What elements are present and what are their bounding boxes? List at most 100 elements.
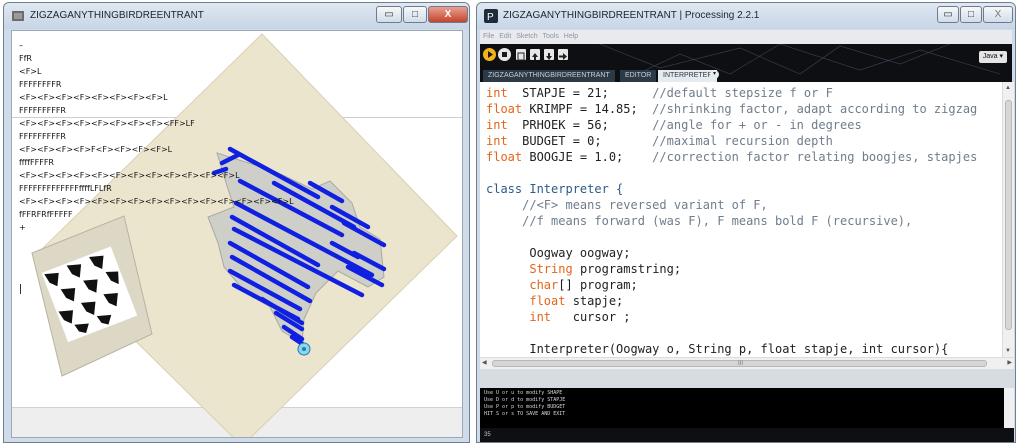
code-text: int STAPJE = 21; //default stepsize f or… xyxy=(486,85,977,357)
horizontal-scrollbar[interactable]: ◀ III ▶ xyxy=(480,357,1014,369)
output-line: FfR xyxy=(19,54,32,63)
output-line: <F><F><F><F><F><F><F><F><F><F><F><F>L xyxy=(19,171,240,180)
run-button[interactable] xyxy=(483,48,496,61)
menu-sketch[interactable]: Sketch xyxy=(516,33,537,40)
message-area xyxy=(480,369,1014,388)
code-line: char[] program; xyxy=(529,278,638,292)
mode-selector[interactable]: Java ▾ xyxy=(978,51,1007,63)
sketch-tabs: ZIGZAGANYTHINGBIRDREENTRANT EDITOR INTER… xyxy=(480,69,1012,82)
code-line: class Interpreter { xyxy=(486,182,624,196)
output-line: <F>L xyxy=(19,67,42,76)
scroll-right-icon[interactable]: ▶ xyxy=(1007,359,1012,366)
lsystem-output: – FfR <F>L FFFFFFFFR <F><F><F><F><F><F><F><F… xyxy=(19,39,294,234)
console-line: Use D or d to modify STAPJE xyxy=(484,397,566,403)
maximize-icon: □ xyxy=(967,9,975,20)
minimize-icon: ▭ xyxy=(384,9,394,20)
console-lines: Use U or u to modify SHAPE Use D or d to … xyxy=(484,390,1010,418)
horizontal-scroll-thumb[interactable]: III xyxy=(492,360,987,367)
output-line: FFFFFFFFFR xyxy=(19,106,66,115)
play-icon xyxy=(488,51,493,58)
tab-editor[interactable]: EDITOR xyxy=(620,70,657,82)
status-bar: 35 xyxy=(480,428,1014,442)
sketch-window-title: ZIGZAGANYTHINGBIRDREENTRANT xyxy=(30,10,204,21)
svg-text:P: P xyxy=(487,12,494,23)
code-line: int BUDGET = 0; //maximal recursion dept… xyxy=(486,134,833,148)
output-line: + xyxy=(19,223,26,232)
output-line: <F><F><F><F>F<F><F><F><F>L xyxy=(19,145,173,154)
sketch-titlebar[interactable]: ZIGZAGANYTHINGBIRDREENTRANT ▭ □ X xyxy=(4,3,469,29)
tab-zigzaganythingbirdreentrant[interactable]: ZIGZAGANYTHINGBIRDREENTRANT xyxy=(483,70,615,82)
save-arrow-icon xyxy=(546,53,552,60)
code-line: String programstring; xyxy=(529,262,682,276)
output-line: <F><F><F><F><F><F><F><F>L xyxy=(19,93,168,102)
vertical-scrollbar[interactable]: ▲ ▼ xyxy=(1002,82,1014,357)
line-number: 35 xyxy=(484,432,491,438)
console-scrollbar[interactable] xyxy=(1004,388,1014,428)
minimize-button[interactable]: ▭ xyxy=(376,6,402,23)
code-line: float stapje; xyxy=(529,294,624,308)
ide-toolbar: Java ▾ ZIGZAGANYTHINGBIRDREENTRANT EDITO… xyxy=(480,44,1012,82)
console-line: Use P or p to modify BUDGET xyxy=(484,404,566,410)
console-line: HIT S or s TO SAVE AND EXIT xyxy=(484,411,566,417)
code-line: Interpreter(Oogway o, String p, float st… xyxy=(486,342,949,356)
export-arrow-icon xyxy=(559,53,567,60)
sketch-app-icon xyxy=(12,11,24,21)
tab-menu-button[interactable]: ▾ xyxy=(710,70,719,79)
code-line: int STAPJE = 21; //default stepsize f or… xyxy=(486,86,833,100)
scroll-down-icon[interactable]: ▼ xyxy=(1005,348,1011,354)
output-line: fFFRFRfFFFFF xyxy=(19,210,73,219)
menu-help[interactable]: Help xyxy=(564,33,578,40)
code-line: Oogway oogway; xyxy=(486,246,631,260)
ide-maximize-button[interactable]: □ xyxy=(960,6,982,23)
open-button[interactable] xyxy=(530,49,540,60)
new-file-icon xyxy=(517,52,525,61)
output-line: – xyxy=(19,41,23,50)
menu-edit[interactable]: Edit xyxy=(499,33,511,40)
close-button[interactable]: X xyxy=(428,6,468,23)
sketch-window: ZIGZAGANYTHINGBIRDREENTRANT ▭ □ X – FfR … xyxy=(3,2,470,443)
close-icon: X xyxy=(994,9,1002,20)
menu-file[interactable]: File xyxy=(483,33,494,40)
stop-icon xyxy=(502,52,507,57)
output-line: FFFFFFFFFFFFFffffLFLfR xyxy=(19,184,112,193)
processing-logo-icon: P xyxy=(484,9,498,23)
code-line: float KRIMPF = 14.85; //shrinking factor… xyxy=(486,102,978,116)
scroll-grip: III xyxy=(738,361,744,367)
minimize-icon: ▭ xyxy=(943,9,953,20)
code-line: //<F> means reversed variant of F, xyxy=(486,198,768,212)
new-button[interactable] xyxy=(516,49,526,61)
ide-window-title: ZIGZAGANYTHINGBIRDREENTRANT | Processing… xyxy=(503,10,760,21)
stop-button[interactable] xyxy=(498,48,511,61)
menu-tools[interactable]: Tools xyxy=(542,33,558,40)
code-line: //f means forward (was F), F means bold … xyxy=(486,214,913,228)
console-output[interactable]: Use U or u to modify SHAPE Use D or d to … xyxy=(480,388,1014,428)
console-line: Use U or u to modify SHAPE xyxy=(484,390,563,396)
sketch-canvas[interactable]: – FfR <F>L FFFFFFFFR <F><F><F><F><F><F><F><F… xyxy=(11,30,463,438)
menu-bar: File Edit Sketch Tools Help xyxy=(480,30,1012,44)
open-arrow-icon xyxy=(532,53,538,60)
output-line: FFFFFFFFR xyxy=(19,80,62,89)
code-line: int cursor ; xyxy=(529,310,631,324)
export-button[interactable] xyxy=(558,49,568,60)
ide-close-button[interactable]: X xyxy=(983,6,1013,23)
code-line: int PRHOEK = 56; //angle for + or - in d… xyxy=(486,118,862,132)
text-cursor xyxy=(20,284,21,294)
maximize-button[interactable]: □ xyxy=(403,6,427,23)
code-line: float BOOGJE = 1.0; //correction factor … xyxy=(486,150,978,164)
ide-minimize-button[interactable]: ▭ xyxy=(937,6,959,23)
close-icon: X xyxy=(444,9,452,20)
scroll-left-icon[interactable]: ◀ xyxy=(482,359,487,366)
vertical-scroll-thumb[interactable] xyxy=(1005,100,1012,330)
save-button[interactable] xyxy=(544,49,554,60)
output-line: FFFFFFFFFR xyxy=(19,132,66,141)
output-line: ffffFFFFR xyxy=(19,158,54,167)
chevron-down-icon: ▾ xyxy=(712,71,716,77)
output-line: <F><F><F><F><F><F><F><F><FF>LF xyxy=(19,119,195,128)
processing-ide-window: P ZIGZAGANYTHINGBIRDREENTRANT | Processi… xyxy=(476,2,1016,443)
maximize-icon: □ xyxy=(411,9,419,20)
output-line: <F><F><F><F><F><F><F><F><F><F><F><F><F><… xyxy=(19,197,294,206)
tab-interpreter[interactable]: INTERPRETER xyxy=(658,70,718,82)
code-editor[interactable]: int STAPJE = 21; //default stepsize f or… xyxy=(480,82,1002,357)
ide-titlebar[interactable]: P ZIGZAGANYTHINGBIRDREENTRANT | Processi… xyxy=(477,3,1015,29)
scroll-up-icon[interactable]: ▲ xyxy=(1005,85,1011,91)
